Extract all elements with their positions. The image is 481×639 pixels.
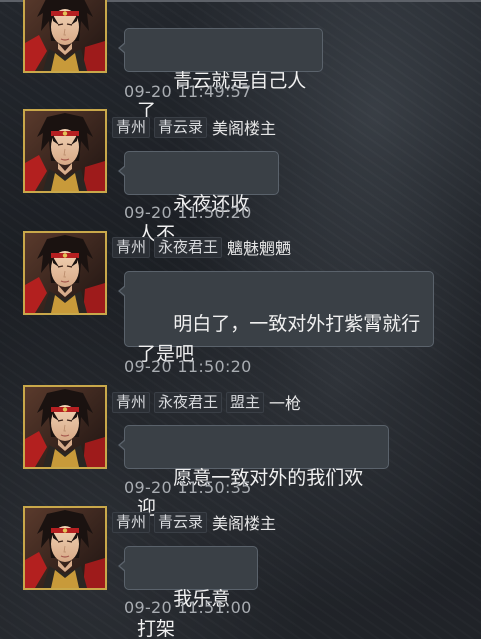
player-avatar[interactable] [23, 0, 107, 73]
sender-name[interactable]: 美阁楼主 [211, 115, 276, 139]
sender-row: 青州 青云录 美阁楼主 [112, 511, 276, 533]
region-tag: 青州 [112, 511, 151, 533]
message-bubble: 我乐意打架 [118, 546, 258, 639]
region-tag: 青州 [112, 391, 151, 413]
sender-name[interactable]: 美阁楼主 [211, 510, 276, 534]
character-portrait [25, 233, 105, 313]
region-tag: 青州 [112, 116, 151, 138]
player-avatar[interactable] [23, 506, 107, 590]
message-timestamp: 09-20 11:50:20 [124, 203, 252, 222]
message-timestamp: 09-20 11:49:57 [124, 82, 252, 101]
player-avatar[interactable] [23, 385, 107, 469]
message-bubble: 明白了，一致对外打紫霄就行 了是吧 [118, 271, 434, 365]
sender-row: 青州 永夜君王 魑魅魍魉 [112, 236, 291, 258]
character-portrait [25, 508, 105, 588]
character-portrait [25, 0, 105, 71]
message-bubble: 永夜还收人不 [118, 151, 279, 245]
guild-tag: 永夜君王 [154, 391, 223, 413]
character-portrait [25, 111, 105, 191]
message-timestamp: 09-20 11:50:35 [124, 478, 252, 497]
chat-panel[interactable]: 青云就是自己人了 09-20 11:49:57 青州 青云录 美阁楼主 永夜还收… [0, 0, 481, 639]
player-avatar[interactable] [23, 231, 107, 315]
guild-tag: 永夜君王 [154, 236, 223, 258]
sender-name[interactable]: 魑魅魍魉 [226, 235, 291, 259]
message-timestamp: 09-20 11:50:20 [124, 357, 252, 376]
guild-tag: 青云录 [154, 511, 208, 533]
sender-name[interactable]: 一枪 [268, 390, 301, 414]
sender-row: 青州 青云录 美阁楼主 [112, 116, 276, 138]
message-timestamp: 09-20 11:51:00 [124, 598, 252, 617]
rank-tag: 盟主 [226, 391, 265, 413]
player-avatar[interactable] [23, 109, 107, 193]
sender-row: 青州 永夜君王 盟主 一枪 [112, 391, 301, 413]
guild-tag: 青云录 [154, 116, 208, 138]
character-portrait [25, 387, 105, 467]
message-bubble: 青云就是自己人了 [118, 28, 323, 122]
message-bubble: 愿意一致对外的我们欢迎 [118, 425, 389, 519]
region-tag: 青州 [112, 236, 151, 258]
